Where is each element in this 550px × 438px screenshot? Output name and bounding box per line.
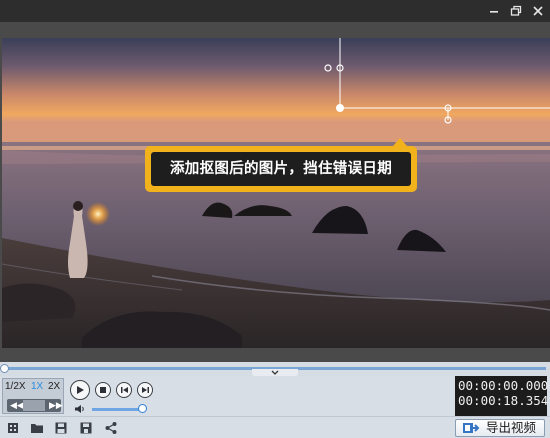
volume-slider-thumb[interactable]: [138, 404, 147, 413]
close-icon[interactable]: [530, 3, 546, 19]
open-folder-icon[interactable]: [30, 421, 44, 435]
speed-slider-thumb[interactable]: [23, 400, 45, 411]
tooltip-callout: 添加抠图后的图片，挡住错误日期: [145, 138, 417, 192]
play-button[interactable]: [70, 380, 90, 400]
save-icon[interactable]: [54, 421, 68, 435]
speed-slider[interactable]: ◀◀ ▶▶: [7, 399, 63, 412]
speed-selector: 1/2X 1X 2X ◀◀ ▶▶: [2, 378, 64, 414]
playback-controls: 1/2X 1X 2X ◀◀ ▶▶ 00:00:00.000 00:00:18.3…: [0, 376, 550, 416]
previous-frame-button[interactable]: [116, 382, 132, 398]
current-time: 00:00:00.000: [458, 378, 549, 393]
callout-pointer: [393, 138, 407, 146]
minimize-icon[interactable]: [486, 3, 502, 19]
step-back-icon: [120, 387, 128, 393]
title-bar: [0, 0, 550, 22]
total-time: 00:00:18.354: [458, 393, 549, 408]
speed-half-button[interactable]: 1/2X: [5, 381, 26, 392]
share-icon[interactable]: [104, 421, 118, 435]
volume-slider[interactable]: [92, 408, 142, 411]
video-preview[interactable]: 添加抠图后的图片，挡住错误日期: [0, 22, 550, 362]
export-video-label: 导出视频: [486, 421, 537, 435]
save-as-icon[interactable]: [79, 421, 93, 435]
time-display: 00:00:00.000 00:00:18.354: [455, 376, 549, 416]
bottom-toolbar: 导出视频: [0, 416, 550, 438]
sunset-beach-image: [2, 38, 550, 348]
play-icon: [77, 386, 84, 394]
export-video-button[interactable]: 导出视频: [455, 419, 545, 437]
speed-2x-button[interactable]: 2X: [48, 381, 60, 392]
step-forward-icon: [141, 387, 149, 393]
volume-icon[interactable]: [74, 404, 86, 414]
export-icon: [463, 423, 480, 433]
restore-icon[interactable]: [508, 3, 524, 19]
forward-arrow-icon: ▶▶: [49, 400, 63, 410]
timeline-playhead[interactable]: [0, 364, 9, 373]
rewind-arrow-icon: ◀◀: [10, 400, 24, 410]
callout-text: 添加抠图后的图片，挡住错误日期: [151, 152, 411, 186]
next-frame-button[interactable]: [137, 382, 153, 398]
stop-button[interactable]: [95, 382, 111, 398]
app-window: 添加抠图后的图片，挡住错误日期 1/2X 1X 2X ◀◀ ▶▶ 00:00:0…: [0, 0, 550, 438]
stop-icon: [100, 387, 106, 393]
speed-1x-button[interactable]: 1X: [31, 381, 43, 392]
new-project-icon[interactable]: [6, 421, 20, 435]
